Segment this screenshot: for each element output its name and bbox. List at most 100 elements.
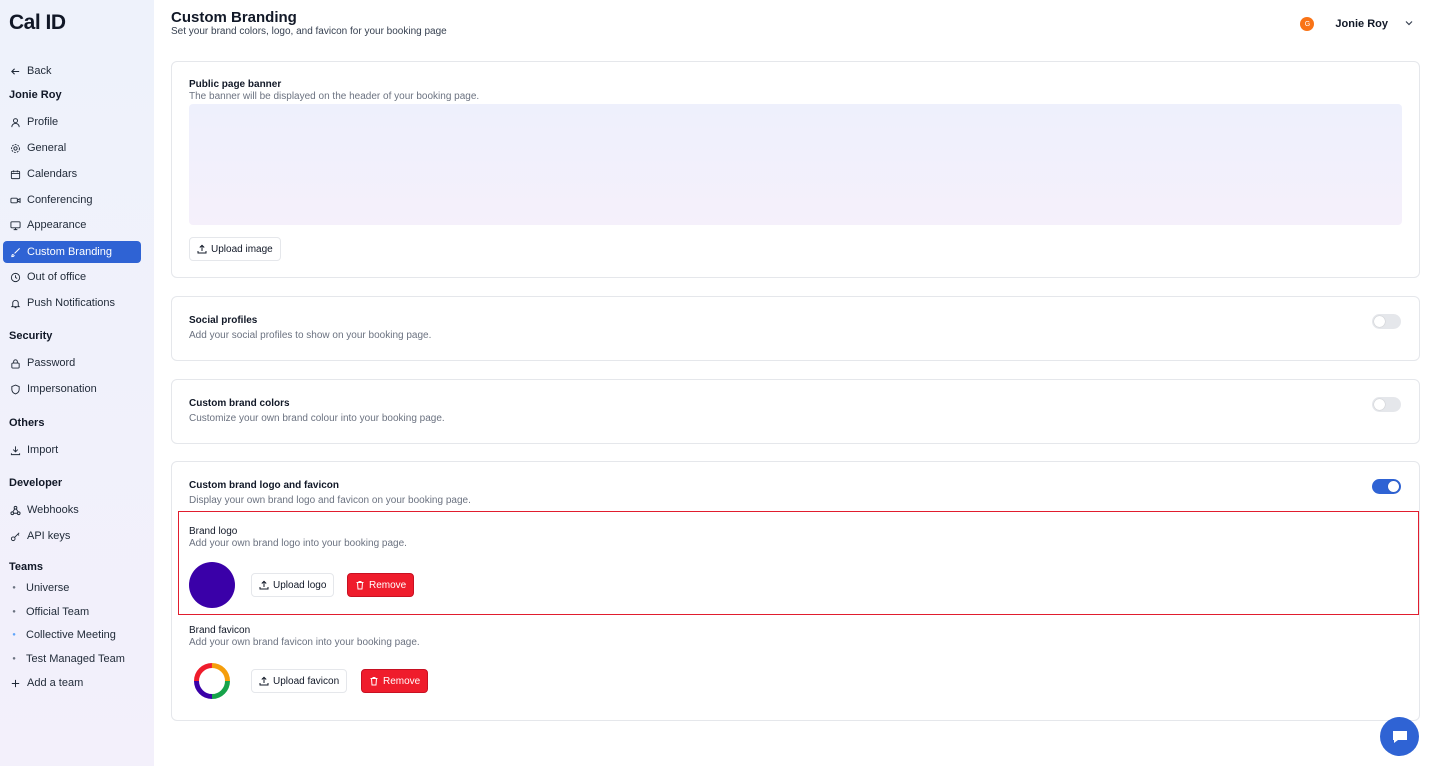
sidebar-item-import[interactable]: Import (3, 439, 141, 461)
upload-icon (259, 676, 269, 686)
upload-logo-button[interactable]: Upload logo (251, 573, 335, 597)
upload-image-label: Upload image (211, 243, 273, 255)
sidebar-item-custom-branding[interactable]: Custom Branding (3, 241, 141, 263)
brand-favicon-preview (194, 663, 230, 699)
team-avatar-icon: ● (12, 656, 16, 662)
sidebar-item-label: Collective Meeting (26, 629, 116, 641)
brand-colors-card: Custom brand colors Customize your own b… (171, 379, 1420, 444)
brand-logo-toggle[interactable] (1372, 479, 1401, 494)
avatar: G (1300, 17, 1315, 31)
user-icon (9, 116, 21, 128)
others-heading: Others (9, 417, 45, 429)
upload-image-button[interactable]: Upload image (189, 237, 281, 261)
sidebar-item-label: Universe (26, 582, 70, 594)
sidebar-item-conferencing[interactable]: Conferencing (3, 189, 141, 211)
banner-card: Public page banner The banner will be di… (171, 61, 1420, 278)
upload-favicon-button[interactable]: Upload favicon (251, 669, 348, 693)
brand-logo-card-description: Display your own brand logo and favicon … (189, 495, 471, 506)
sidebar-item-label: Push Notifications (27, 297, 116, 309)
upload-icon (259, 580, 269, 590)
upload-logo-label: Upload logo (273, 579, 327, 591)
sidebar-item-label: Password (27, 357, 76, 369)
gear-icon (9, 142, 21, 154)
sidebar-item-team-test-managed[interactable]: ● Test Managed Team (3, 648, 141, 670)
brand-logo-highlight (178, 511, 1419, 615)
brand-logo-card-title: Custom brand logo and favicon (189, 480, 340, 491)
add-team-button[interactable]: Add a team (3, 672, 141, 694)
sidebar-item-impersonation[interactable]: Impersonation (3, 378, 141, 400)
app-logo: Cal ID (9, 11, 66, 34)
brand-favicon-description: Add your own brand favicon into your boo… (189, 637, 420, 648)
upload-favicon-label: Upload favicon (273, 675, 340, 687)
plus-icon (9, 677, 21, 689)
key-icon (9, 530, 21, 542)
sidebar-item-label: API keys (27, 530, 71, 542)
clock-icon (9, 271, 21, 283)
webhook-icon (9, 504, 21, 516)
team-avatar-icon: ● (12, 632, 16, 638)
social-profiles-card: Social profiles Add your social profiles… (171, 296, 1420, 361)
sidebar-item-profile[interactable]: Profile (3, 111, 141, 133)
sidebar-item-label: Profile (27, 116, 59, 128)
user-name: Jonie Roy (1335, 18, 1388, 30)
chat-icon (1392, 730, 1407, 743)
sidebar-item-appearance[interactable]: Appearance (3, 214, 141, 236)
sidebar-item-calendars[interactable]: Calendars (3, 163, 141, 185)
banner-description: The banner will be displayed on the head… (189, 91, 480, 102)
sidebar-item-webhooks[interactable]: Webhooks (3, 499, 141, 521)
video-icon (9, 194, 21, 206)
sidebar-item-api-keys[interactable]: API keys (3, 525, 141, 547)
sidebar-item-label: Webhooks (27, 504, 79, 516)
sidebar-item-label: Impersonation (27, 383, 97, 395)
sidebar-item-label: Out of office (27, 271, 87, 283)
bell-icon (9, 297, 21, 309)
remove-logo-label: Remove (369, 579, 407, 591)
sidebar-item-team-official[interactable]: ● Official Team (3, 601, 141, 623)
lock-icon (9, 357, 21, 369)
sidebar-item-label: Test Managed Team (26, 653, 125, 665)
social-profiles-toggle[interactable] (1372, 314, 1401, 329)
sidebar-item-label: Calendars (27, 168, 78, 180)
brand-colors-description: Customize your own brand colour into you… (189, 413, 445, 424)
back-link[interactable]: Back (3, 60, 141, 82)
security-heading: Security (9, 330, 53, 342)
remove-favicon-label: Remove (383, 675, 421, 687)
team-avatar-icon: ● (12, 609, 16, 615)
monitor-icon (9, 219, 21, 231)
upload-icon (197, 244, 207, 254)
calendar-icon (9, 168, 21, 180)
social-title: Social profiles (189, 315, 258, 326)
sidebar-item-general[interactable]: General (3, 137, 141, 159)
sidebar-item-label: Import (27, 444, 59, 456)
teams-heading: Teams (9, 561, 44, 573)
remove-favicon-button[interactable]: Remove (361, 669, 429, 693)
brand-colors-toggle[interactable] (1372, 397, 1401, 412)
sidebar-item-label: Appearance (27, 219, 87, 231)
user-menu[interactable]: G Jonie Roy (1300, 15, 1414, 33)
banner-title: Public page banner (189, 79, 282, 90)
sidebar-item-label: General (27, 142, 67, 154)
banner-preview (189, 104, 1402, 225)
trash-icon (356, 581, 364, 590)
sidebar-item-team-collective[interactable]: ● Collective Meeting (3, 624, 141, 646)
shield-icon (9, 383, 21, 395)
social-description: Add your social profiles to show on your… (189, 330, 432, 341)
developer-heading: Developer (9, 477, 63, 489)
add-team-label: Add a team (27, 677, 84, 689)
trash-icon (370, 677, 378, 686)
brand-colors-title: Custom brand colors (189, 398, 290, 409)
user-section-heading: Jonie Roy (9, 89, 62, 101)
download-icon (9, 444, 21, 456)
sidebar-item-push-notifications[interactable]: Push Notifications (3, 292, 141, 314)
sidebar-item-label: Official Team (26, 606, 90, 618)
brand-logo-preview (189, 562, 235, 608)
remove-logo-button[interactable]: Remove (347, 573, 415, 597)
page-subtitle: Set your brand colors, logo, and favicon… (171, 26, 447, 37)
sidebar-item-password[interactable]: Password (3, 352, 141, 374)
sidebar-item-label: Conferencing (27, 194, 93, 206)
chat-support-button[interactable] (1380, 717, 1419, 756)
sidebar-item-out-of-office[interactable]: Out of office (3, 266, 141, 288)
arrow-left-icon (9, 65, 21, 77)
team-avatar-icon: ● (12, 585, 16, 591)
sidebar-item-team-universe[interactable]: ● Universe (3, 577, 141, 599)
